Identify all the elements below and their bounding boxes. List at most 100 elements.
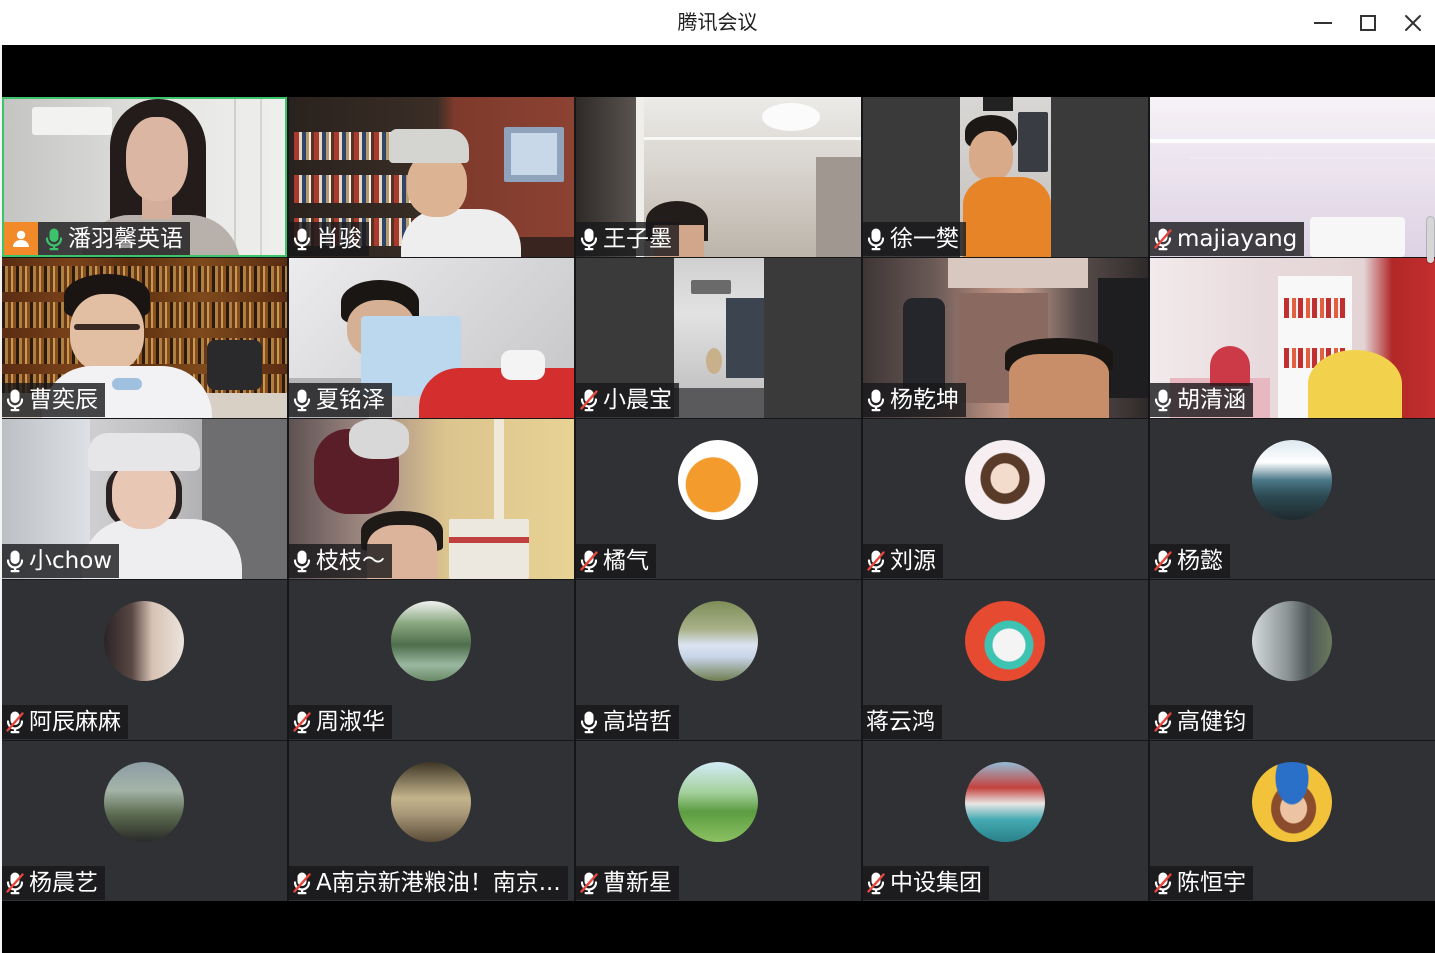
video-feed-detail	[449, 537, 529, 543]
participant-tile[interactable]: 刘源	[863, 419, 1148, 579]
participant-name-label: 蒋云鸿	[863, 705, 942, 739]
microphone-muted-icon	[579, 388, 599, 412]
participant-tile[interactable]: 潘羽馨英语	[2, 97, 287, 257]
microphone-icon	[866, 227, 886, 251]
video-feed-detail	[948, 258, 1088, 288]
participant-name: 杨乾坤	[890, 387, 959, 413]
video-feed-detail	[449, 519, 529, 579]
video-feed-detail	[963, 177, 1051, 257]
video-feed-detail	[706, 348, 722, 374]
participant-name-label: 杨乾坤	[863, 383, 966, 417]
participant-tile[interactable]: 肖骏	[289, 97, 574, 257]
video-feed-detail	[1310, 217, 1405, 257]
video-feed-detail	[644, 137, 861, 140]
participant-tile[interactable]: 阿辰麻麻	[2, 580, 287, 740]
maximize-icon	[1359, 14, 1377, 32]
participant-tile[interactable]: 蒋云鸿	[863, 580, 1148, 740]
close-icon	[1404, 14, 1422, 32]
video-feed-detail	[762, 103, 820, 131]
title-bar[interactable]: 腾讯会议	[0, 0, 1435, 45]
video-feed-detail	[1284, 298, 1346, 318]
participant-tile[interactable]: 曹奕辰	[2, 258, 287, 418]
participant-name: 橘气	[603, 548, 649, 574]
avatar	[965, 762, 1045, 842]
participant-tile[interactable]: 王子墨	[576, 97, 861, 257]
participant-name: 枝枝～	[316, 548, 385, 574]
microphone-muted-icon	[5, 871, 25, 895]
participant-tile[interactable]: 杨懿	[1150, 419, 1435, 579]
participant-tile[interactable]: 曹新星	[576, 741, 861, 901]
video-feed-detail	[691, 280, 731, 294]
participant-name-label: 枝枝～	[289, 544, 392, 578]
microphone-icon	[866, 388, 886, 412]
participant-tile[interactable]: 杨乾坤	[863, 258, 1148, 418]
participant-tile[interactable]: 徐一樊	[863, 97, 1148, 257]
participant-name: 陈恒宇	[1177, 870, 1246, 896]
video-feed-detail	[1009, 354, 1109, 418]
video-feed-detail	[74, 324, 140, 330]
microphone-muted-icon	[1153, 710, 1173, 734]
participant-name-label: 杨懿	[1150, 544, 1230, 578]
microphone-muted-icon	[292, 871, 312, 895]
microphone-active-icon	[44, 227, 64, 251]
video-feed-detail	[88, 433, 200, 471]
participant-name: 曹新星	[603, 870, 672, 896]
avatar	[104, 601, 184, 681]
participant-tile[interactable]: 枝枝～	[289, 419, 574, 579]
participant-tile[interactable]: 杨晨艺	[2, 741, 287, 901]
participant-name-label: 夏铭泽	[289, 383, 392, 417]
scrollbar-thumb[interactable]	[1427, 217, 1434, 263]
participant-tile[interactable]: 周淑华	[289, 580, 574, 740]
microphone-muted-icon	[1153, 549, 1173, 573]
participant-tile[interactable]: 小晨宝	[576, 258, 861, 418]
participant-name: 胡清涵	[1177, 387, 1246, 413]
participant-tile[interactable]: 橘气	[576, 419, 861, 579]
microphone-muted-icon	[866, 871, 886, 895]
participant-tile[interactable]: 高健钧	[1150, 580, 1435, 740]
participant-name: 高健钧	[1177, 709, 1246, 735]
close-button[interactable]	[1390, 0, 1435, 45]
video-feed-detail	[112, 378, 142, 390]
participant-tile[interactable]: 小chow	[2, 419, 287, 579]
participant-name-label: 曹新星	[576, 866, 679, 900]
participant-tile[interactable]: majiayang	[1150, 97, 1435, 257]
participant-tile[interactable]: 中设集团	[863, 741, 1148, 901]
window-title: 腾讯会议	[677, 10, 758, 34]
participant-name-label: 潘羽馨英语	[2, 222, 190, 256]
participant-name-label: 曹奕辰	[2, 383, 105, 417]
participant-name: 杨懿	[1177, 548, 1223, 574]
participant-name-label: 中设集团	[863, 866, 989, 900]
participant-name-label: 肖骏	[289, 222, 369, 256]
video-feed-detail	[816, 157, 861, 257]
participant-name-label: 周淑华	[289, 705, 392, 739]
participant-name: 夏铭泽	[316, 387, 385, 413]
video-feed-detail	[1190, 157, 1435, 159]
participant-tile[interactable]: 胡清涵	[1150, 258, 1435, 418]
participant-name: 王子墨	[603, 226, 672, 252]
participant-name-label: 橘气	[576, 544, 656, 578]
participant-tile[interactable]: 高培哲	[576, 580, 861, 740]
participant-name-label: 高培哲	[576, 705, 679, 739]
minimize-button[interactable]	[1300, 0, 1345, 45]
participant-tile[interactable]: 夏铭泽	[289, 258, 574, 418]
participant-name: 徐一樊	[890, 226, 959, 252]
video-feed-detail	[1150, 139, 1435, 143]
participant-name: 潘羽馨英语	[68, 226, 183, 252]
microphone-icon	[5, 388, 25, 412]
microphone-muted-icon	[1153, 871, 1173, 895]
participant-tile[interactable]: A南京新港粮油！南京...	[289, 741, 574, 901]
microphone-muted-icon	[866, 549, 886, 573]
avatar	[391, 762, 471, 842]
participant-name-label: 王子墨	[576, 222, 679, 256]
participant-name-label: majiayang	[1150, 222, 1305, 256]
participant-name-label: 刘源	[863, 544, 943, 578]
microphone-icon	[292, 388, 312, 412]
maximize-button[interactable]	[1345, 0, 1390, 45]
microphone-icon	[579, 710, 599, 734]
avatar	[965, 601, 1045, 681]
avatar	[1252, 762, 1332, 842]
video-feed-detail	[389, 129, 469, 163]
participant-tile[interactable]: 陈恒宇	[1150, 741, 1435, 901]
video-feed-detail	[674, 388, 764, 418]
participant-name-label: 陈恒宇	[1150, 866, 1253, 900]
